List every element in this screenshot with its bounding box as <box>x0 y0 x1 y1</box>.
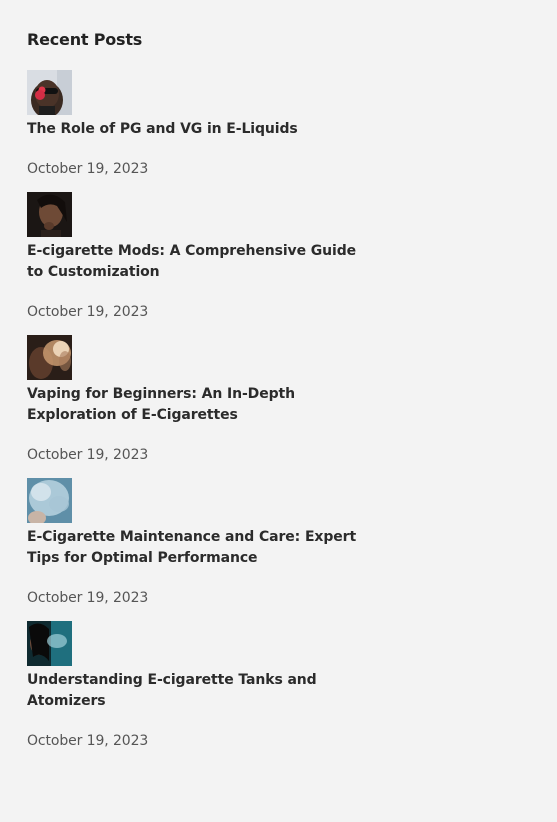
post-title-link[interactable]: Vaping for Beginners: An In-Depth Explor… <box>27 384 357 426</box>
post-thumbnail[interactable] <box>27 621 72 666</box>
post-date: October 19, 2023 <box>27 590 149 606</box>
list-item: Vaping for Beginners: An In-Depth Explor… <box>27 335 357 464</box>
post-date: October 19, 2023 <box>27 304 149 320</box>
post-title-link[interactable]: E-cigarette Mods: A Comprehensive Guide … <box>27 241 357 283</box>
list-item: E-Cigarette Maintenance and Care: Expert… <box>27 478 357 607</box>
post-thumbnail[interactable] <box>27 478 72 523</box>
post-title-link[interactable]: Understanding E-cigarette Tanks and Atom… <box>27 670 357 712</box>
post-thumbnail[interactable] <box>27 335 72 380</box>
list-item: The Role of PG and VG in E-Liquids Octob… <box>27 70 357 178</box>
post-date: October 19, 2023 <box>27 161 149 177</box>
recent-posts-widget: Recent Posts The Role of PG and VG in E-… <box>27 28 357 749</box>
list-item: E-cigarette Mods: A Comprehensive Guide … <box>27 192 357 321</box>
post-thumbnail[interactable] <box>27 192 72 237</box>
post-title-link[interactable]: E-Cigarette Maintenance and Care: Expert… <box>27 527 357 569</box>
post-date: October 19, 2023 <box>27 733 149 749</box>
post-title-link[interactable]: The Role of PG and VG in E-Liquids <box>27 119 357 140</box>
list-item: Understanding E-cigarette Tanks and Atom… <box>27 621 357 750</box>
post-date: October 19, 2023 <box>27 447 149 463</box>
post-thumbnail[interactable] <box>27 70 72 115</box>
widget-title: Recent Posts <box>27 30 143 49</box>
